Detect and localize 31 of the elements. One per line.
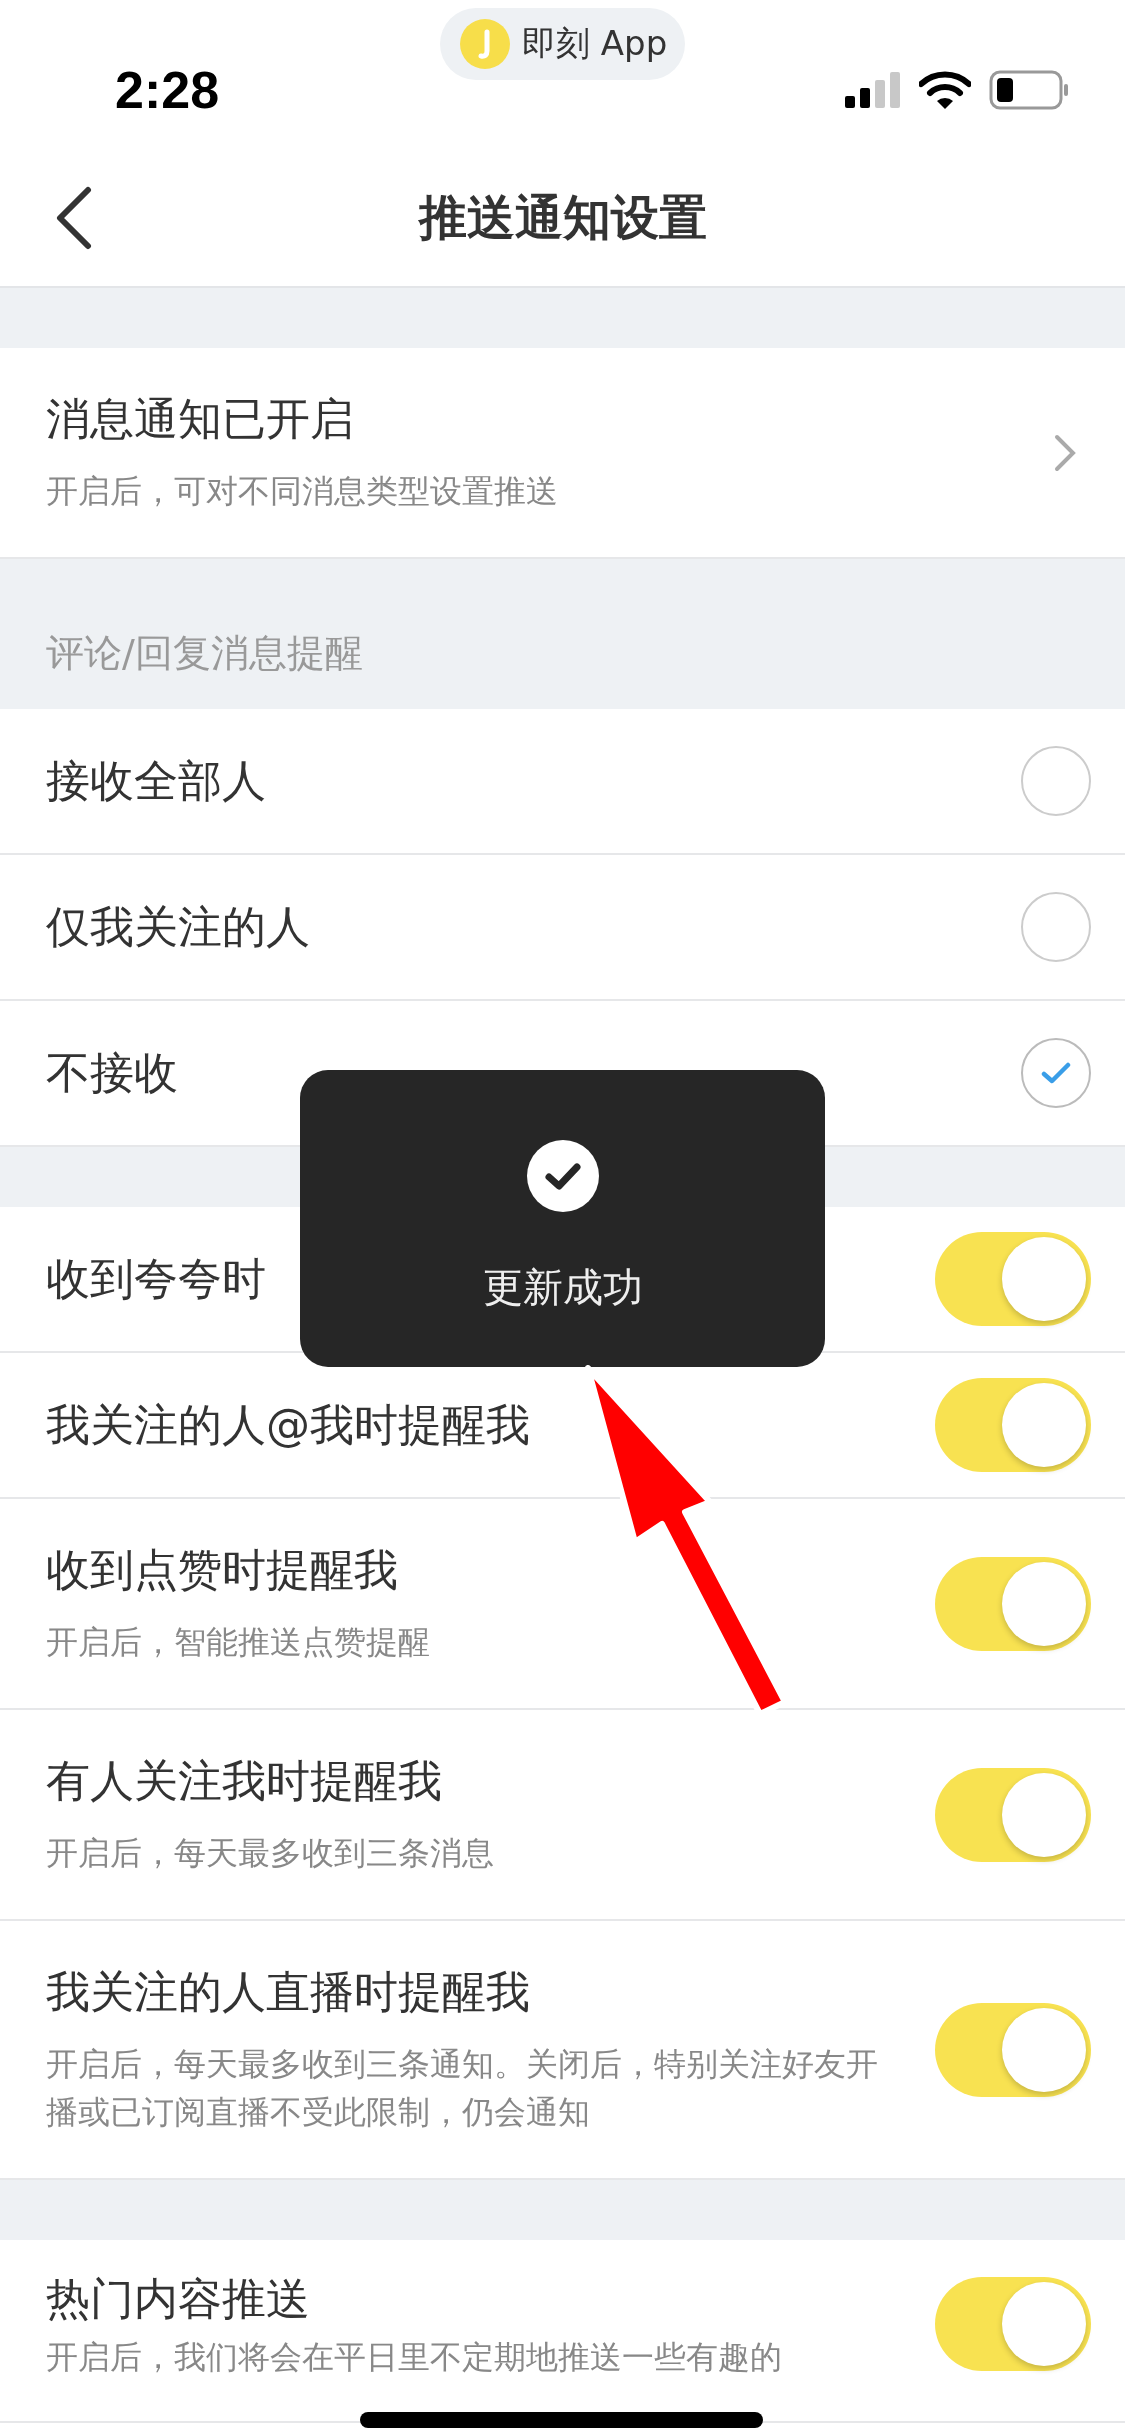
option-label: 不接收 <box>46 1045 178 1100</box>
row-subtitle: 开启后，每天最多收到三条通知。关闭后，特别关注好友开播或已订阅直播不受此限制，仍会通知 <box>46 2044 879 2133</box>
check-icon <box>526 1140 599 1212</box>
battery-icon <box>989 70 1069 110</box>
section-header: 评论/回复消息提醒 <box>46 629 363 677</box>
check-icon <box>1041 1061 1071 1085</box>
row-title: 我关注的人直播时提醒我 <box>46 1965 530 2019</box>
row-title: 消息通知已开启 <box>46 392 354 446</box>
row-subtitle: 开启后，我们将会在平日里不定期地推送一些有趣的 <box>46 2337 783 2378</box>
chevron-right-icon <box>1053 432 1077 473</box>
back-icon <box>54 186 94 250</box>
page-title: 推送通知设置 <box>418 188 707 247</box>
radio-button[interactable] <box>1021 1038 1091 1108</box>
wifi-icon <box>919 71 971 109</box>
row-title: 收到点赞时提醒我 <box>46 1543 398 1597</box>
status-time: 2:28 <box>115 60 220 120</box>
signal-icon <box>845 72 901 108</box>
option-label: 仅我关注的人 <box>46 899 310 954</box>
row-title: 热门内容推送 <box>46 2272 310 2326</box>
row-title: 有人关注我时提醒我 <box>46 1754 442 1808</box>
toast-message: 更新成功 <box>482 1263 643 1312</box>
row-subtitle: 开启后，每天最多收到三条消息 <box>46 1833 495 1874</box>
row-title: 我关注的人@我时提醒我 <box>46 1397 530 1452</box>
option-label: 接收全部人 <box>46 753 266 808</box>
app-pill[interactable]: 即刻 App <box>440 8 685 80</box>
row-title: 收到夸夸时 <box>46 1251 266 1306</box>
radio-button[interactable] <box>1021 746 1091 816</box>
radio-button[interactable] <box>1021 892 1091 962</box>
app-logo-icon <box>460 19 510 69</box>
row-subtitle: 开启后，可对不同消息类型设置推送 <box>46 471 559 512</box>
row-subtitle: 开启后，智能推送点赞提醒 <box>46 1622 431 1663</box>
